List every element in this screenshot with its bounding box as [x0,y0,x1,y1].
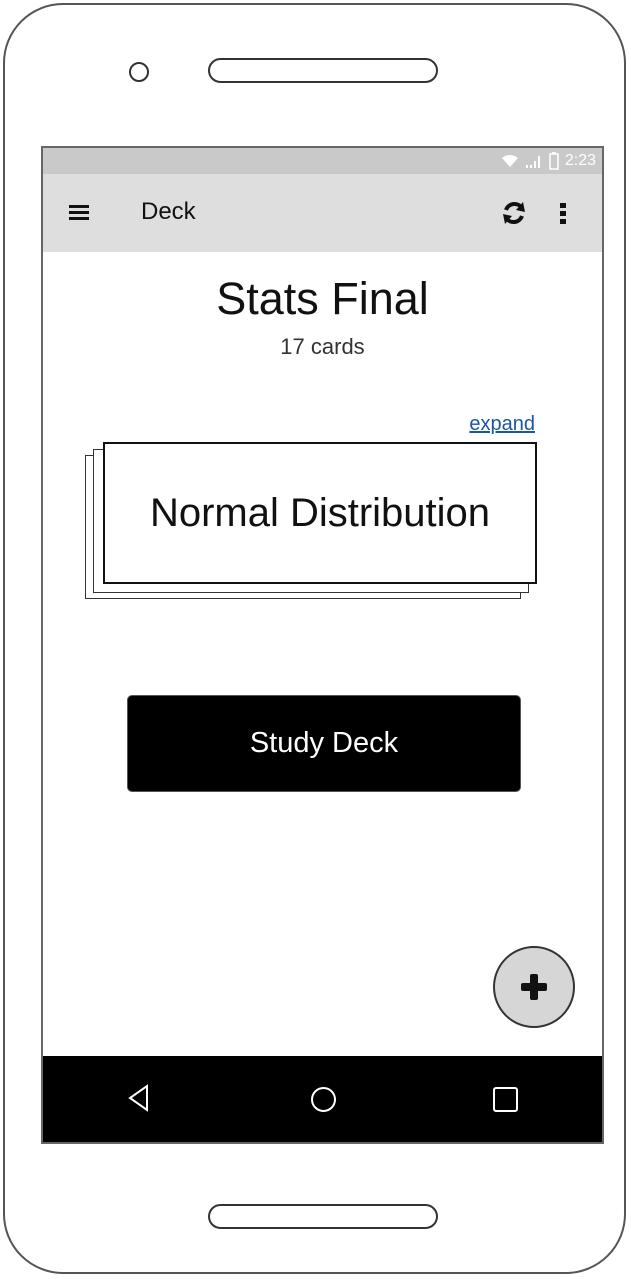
app-bar: Deck [43,174,602,252]
expand-link[interactable]: expand [469,413,535,436]
camera-lens [129,62,149,82]
status-bar: 2:23 [43,148,602,174]
flashcard-text: Normal Distribution [149,490,491,535]
status-icons: 2:23 [501,151,596,171]
battery-icon [549,152,559,170]
sync-icon[interactable] [499,198,529,228]
home-icon[interactable] [311,1087,336,1112]
menu-icon[interactable] [67,199,93,227]
more-vertical-icon[interactable] [555,196,571,230]
navigation-bar [43,1056,602,1142]
deck-title: Stats Final [216,273,429,324]
phone-frame: 2:23 Deck Stats Final 17 cards expand No… [3,3,626,1274]
earpiece-speaker [208,58,438,83]
plus-icon [521,974,547,1000]
flashcard-front[interactable]: Normal Distribution [103,442,537,584]
back-icon[interactable] [127,1083,151,1113]
study-deck-label: Study Deck [249,727,399,759]
deck-card-count: 17 cards [280,334,365,359]
signal-icon [525,156,540,168]
screen: 2:23 Deck Stats Final 17 cards expand No… [41,146,604,1144]
add-card-button[interactable] [493,946,575,1028]
recent-apps-icon[interactable] [493,1087,518,1112]
app-bar-title: Deck [141,198,196,225]
home-button [208,1204,438,1229]
status-time: 2:23 [564,152,596,169]
wifi-icon [501,154,518,167]
study-deck-button[interactable]: Study Deck [127,695,521,792]
